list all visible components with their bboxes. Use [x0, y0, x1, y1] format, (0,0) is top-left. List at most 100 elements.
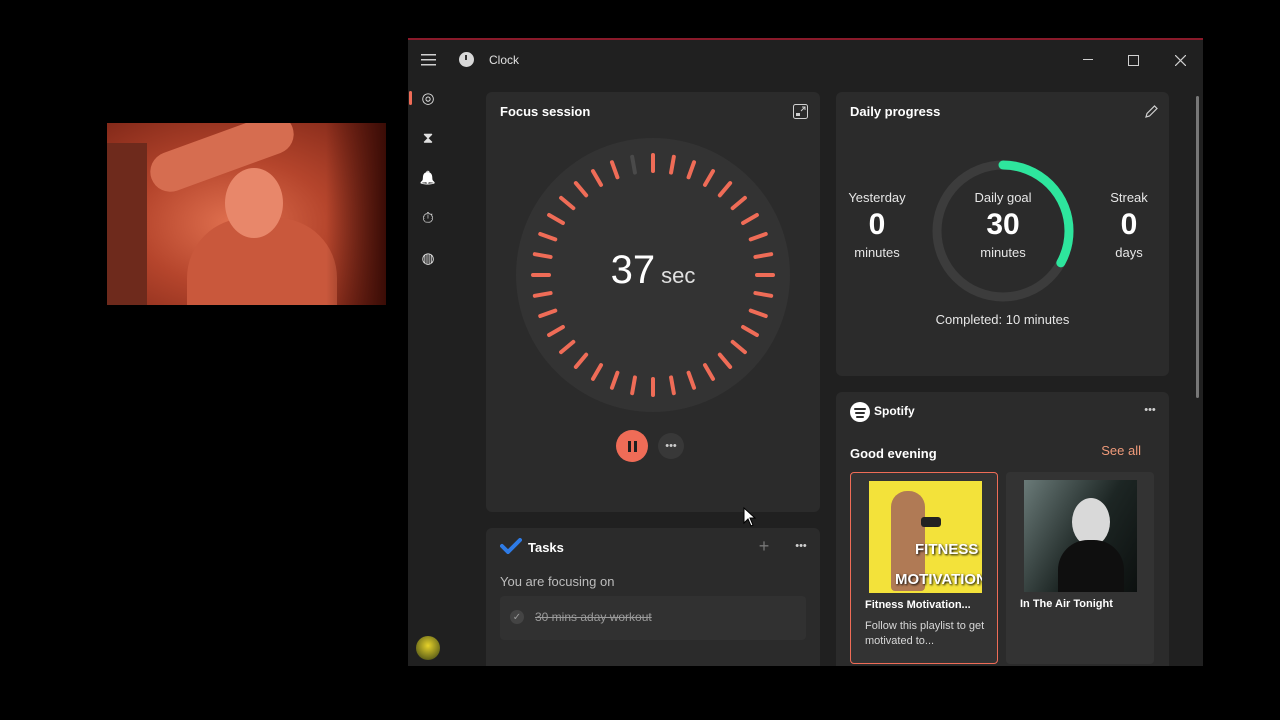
timer-tick	[686, 160, 697, 180]
timer-tick	[686, 370, 697, 390]
timer-tick	[730, 195, 747, 211]
focus-timer-dial: 37 sec	[516, 138, 790, 412]
title-bar: Clock	[408, 40, 1203, 80]
hamburger-menu-icon[interactable]	[418, 50, 438, 70]
timer-tick	[753, 291, 774, 298]
timer-tick	[748, 231, 768, 242]
timer-tick	[741, 325, 759, 337]
timer-tick	[630, 375, 637, 396]
timer-tick	[591, 363, 603, 381]
streak-label: Streak	[1110, 190, 1148, 205]
mouse-cursor-icon	[743, 507, 757, 527]
pause-icon-bar	[633, 440, 637, 452]
hourglass-icon: ⧗	[422, 129, 434, 147]
task-completed-check-icon[interactable]: ✓	[510, 610, 524, 624]
webcam-person-head	[225, 168, 283, 238]
globe-icon: ◍	[421, 250, 435, 267]
scrollbar[interactable]	[1196, 96, 1199, 398]
spotify-greeting: Good evening	[850, 446, 937, 461]
playlist-art-fitness: FITNESS MOTIVATION	[869, 481, 982, 593]
nav-sidebar: ◎⧗🔔⏱◍ ⚙	[408, 80, 448, 666]
timer-tick	[669, 154, 676, 175]
focusing-on-label: You are focusing on	[500, 574, 615, 589]
playlist-art-text-2: MOTIVATION	[895, 571, 982, 588]
daily-goal-unit: minutes	[980, 245, 1026, 260]
add-task-icon[interactable]: +	[752, 534, 776, 558]
daily-goal-label: Daily goal	[974, 190, 1032, 205]
timer-tick	[559, 339, 576, 355]
yesterday-unit: minutes	[854, 245, 900, 260]
timer-tick	[717, 352, 733, 369]
playlist-art-shoulders	[1058, 540, 1124, 592]
window-title: Clock	[489, 53, 520, 67]
pause-icon-bar	[627, 440, 631, 452]
timer-tick	[532, 291, 553, 298]
sidebar-item-alarm[interactable]: 🔔	[414, 164, 442, 192]
spotify-card: Spotify ••• Good evening See all FITNESS…	[836, 392, 1169, 666]
sidebar-item-timer[interactable]: ⧗	[414, 124, 442, 152]
maximize-icon[interactable]	[1121, 48, 1145, 72]
timer-tick	[538, 308, 558, 319]
playlist-tile-fitness[interactable]: FITNESS MOTIVATION Fitness Motivation...…	[850, 472, 998, 664]
playlist-name: Fitness Motivation...	[865, 599, 971, 611]
timer-tick	[730, 339, 747, 355]
timer-tick	[573, 181, 589, 198]
todo-check-icon	[500, 538, 522, 559]
spotify-more-options-icon[interactable]: •••	[1138, 400, 1162, 420]
compact-overlay-icon[interactable]	[788, 100, 812, 122]
playlist-art-text-1: FITNESS	[915, 541, 979, 558]
clock-app-window: Clock ◎⧗🔔⏱◍ ⚙ Focus session 37sec	[408, 38, 1203, 666]
timer-tick	[609, 160, 620, 180]
timer-tick	[630, 154, 637, 175]
timer-readout: 37 sec	[516, 248, 790, 293]
timer-tick	[703, 363, 715, 381]
see-all-link[interactable]: See all	[1101, 443, 1141, 458]
sidebar-item-stopwatch[interactable]: ⏱	[414, 204, 442, 232]
streak-unit: days	[1115, 245, 1143, 260]
pause-button[interactable]	[616, 430, 648, 462]
daily-goal-stat: Daily goal 30 minutes	[953, 190, 1053, 260]
tasks-card: Tasks + ••• You are focusing on ✓ 30 min…	[486, 528, 820, 666]
streak-stat: Streak 0 days	[1098, 190, 1160, 260]
daily-goal-value: 30	[986, 208, 1020, 241]
timer-tick	[538, 231, 558, 242]
playlist-art-face	[1072, 498, 1110, 546]
dumbbell-icon	[921, 517, 941, 527]
timer-tick	[609, 370, 620, 390]
spotify-brand: Spotify	[874, 404, 915, 418]
stopwatch-icon: ⏱	[422, 209, 434, 227]
daily-progress-card: Daily progress Yesterday 0 minutes Daily…	[836, 92, 1169, 376]
webcam-background	[107, 143, 147, 305]
yesterday-stat: Yesterday 0 minutes	[842, 190, 912, 260]
focus-more-options-button[interactable]: •••	[658, 433, 684, 459]
task-item[interactable]: ✓ 30 mins aday workout	[500, 596, 806, 640]
timer-value: 37	[610, 248, 656, 292]
webcam-overlay	[107, 123, 386, 305]
sidebar-item-focus-sessions[interactable]: ◎	[409, 84, 442, 112]
tasks-title: Tasks	[528, 540, 564, 555]
playlist-art-in-the-air-tonight	[1024, 480, 1137, 592]
playlist-tile-in-the-air-tonight[interactable]: In The Air Tonight	[1006, 472, 1154, 664]
timer-tick	[547, 325, 565, 337]
sidebar-item-world-clock[interactable]: ◍	[414, 244, 442, 272]
minimize-icon[interactable]	[1076, 48, 1100, 72]
close-icon[interactable]	[1168, 48, 1192, 72]
timer-tick	[703, 169, 715, 187]
tasks-more-options-icon[interactable]: •••	[789, 536, 813, 556]
timer-tick	[559, 195, 576, 211]
bell-icon: 🔔	[419, 170, 437, 185]
timer-tick	[591, 169, 603, 187]
streak-value: 0	[1120, 208, 1138, 241]
webcam-shadow	[326, 123, 386, 305]
timer-tick	[573, 352, 589, 369]
focus-session-card: Focus session 37 sec •••	[486, 92, 820, 512]
timer-tick	[748, 308, 768, 319]
timer-tick	[547, 213, 565, 225]
edit-pencil-icon[interactable]	[1140, 100, 1162, 122]
completed-minutes: Completed: 10 minutes	[935, 312, 1070, 327]
task-text: 30 mins aday workout	[535, 610, 652, 624]
playlist-name: In The Air Tonight	[1020, 598, 1113, 610]
avatar[interactable]	[414, 634, 442, 662]
clock-app-icon	[459, 52, 474, 67]
timer-tick	[741, 213, 759, 225]
